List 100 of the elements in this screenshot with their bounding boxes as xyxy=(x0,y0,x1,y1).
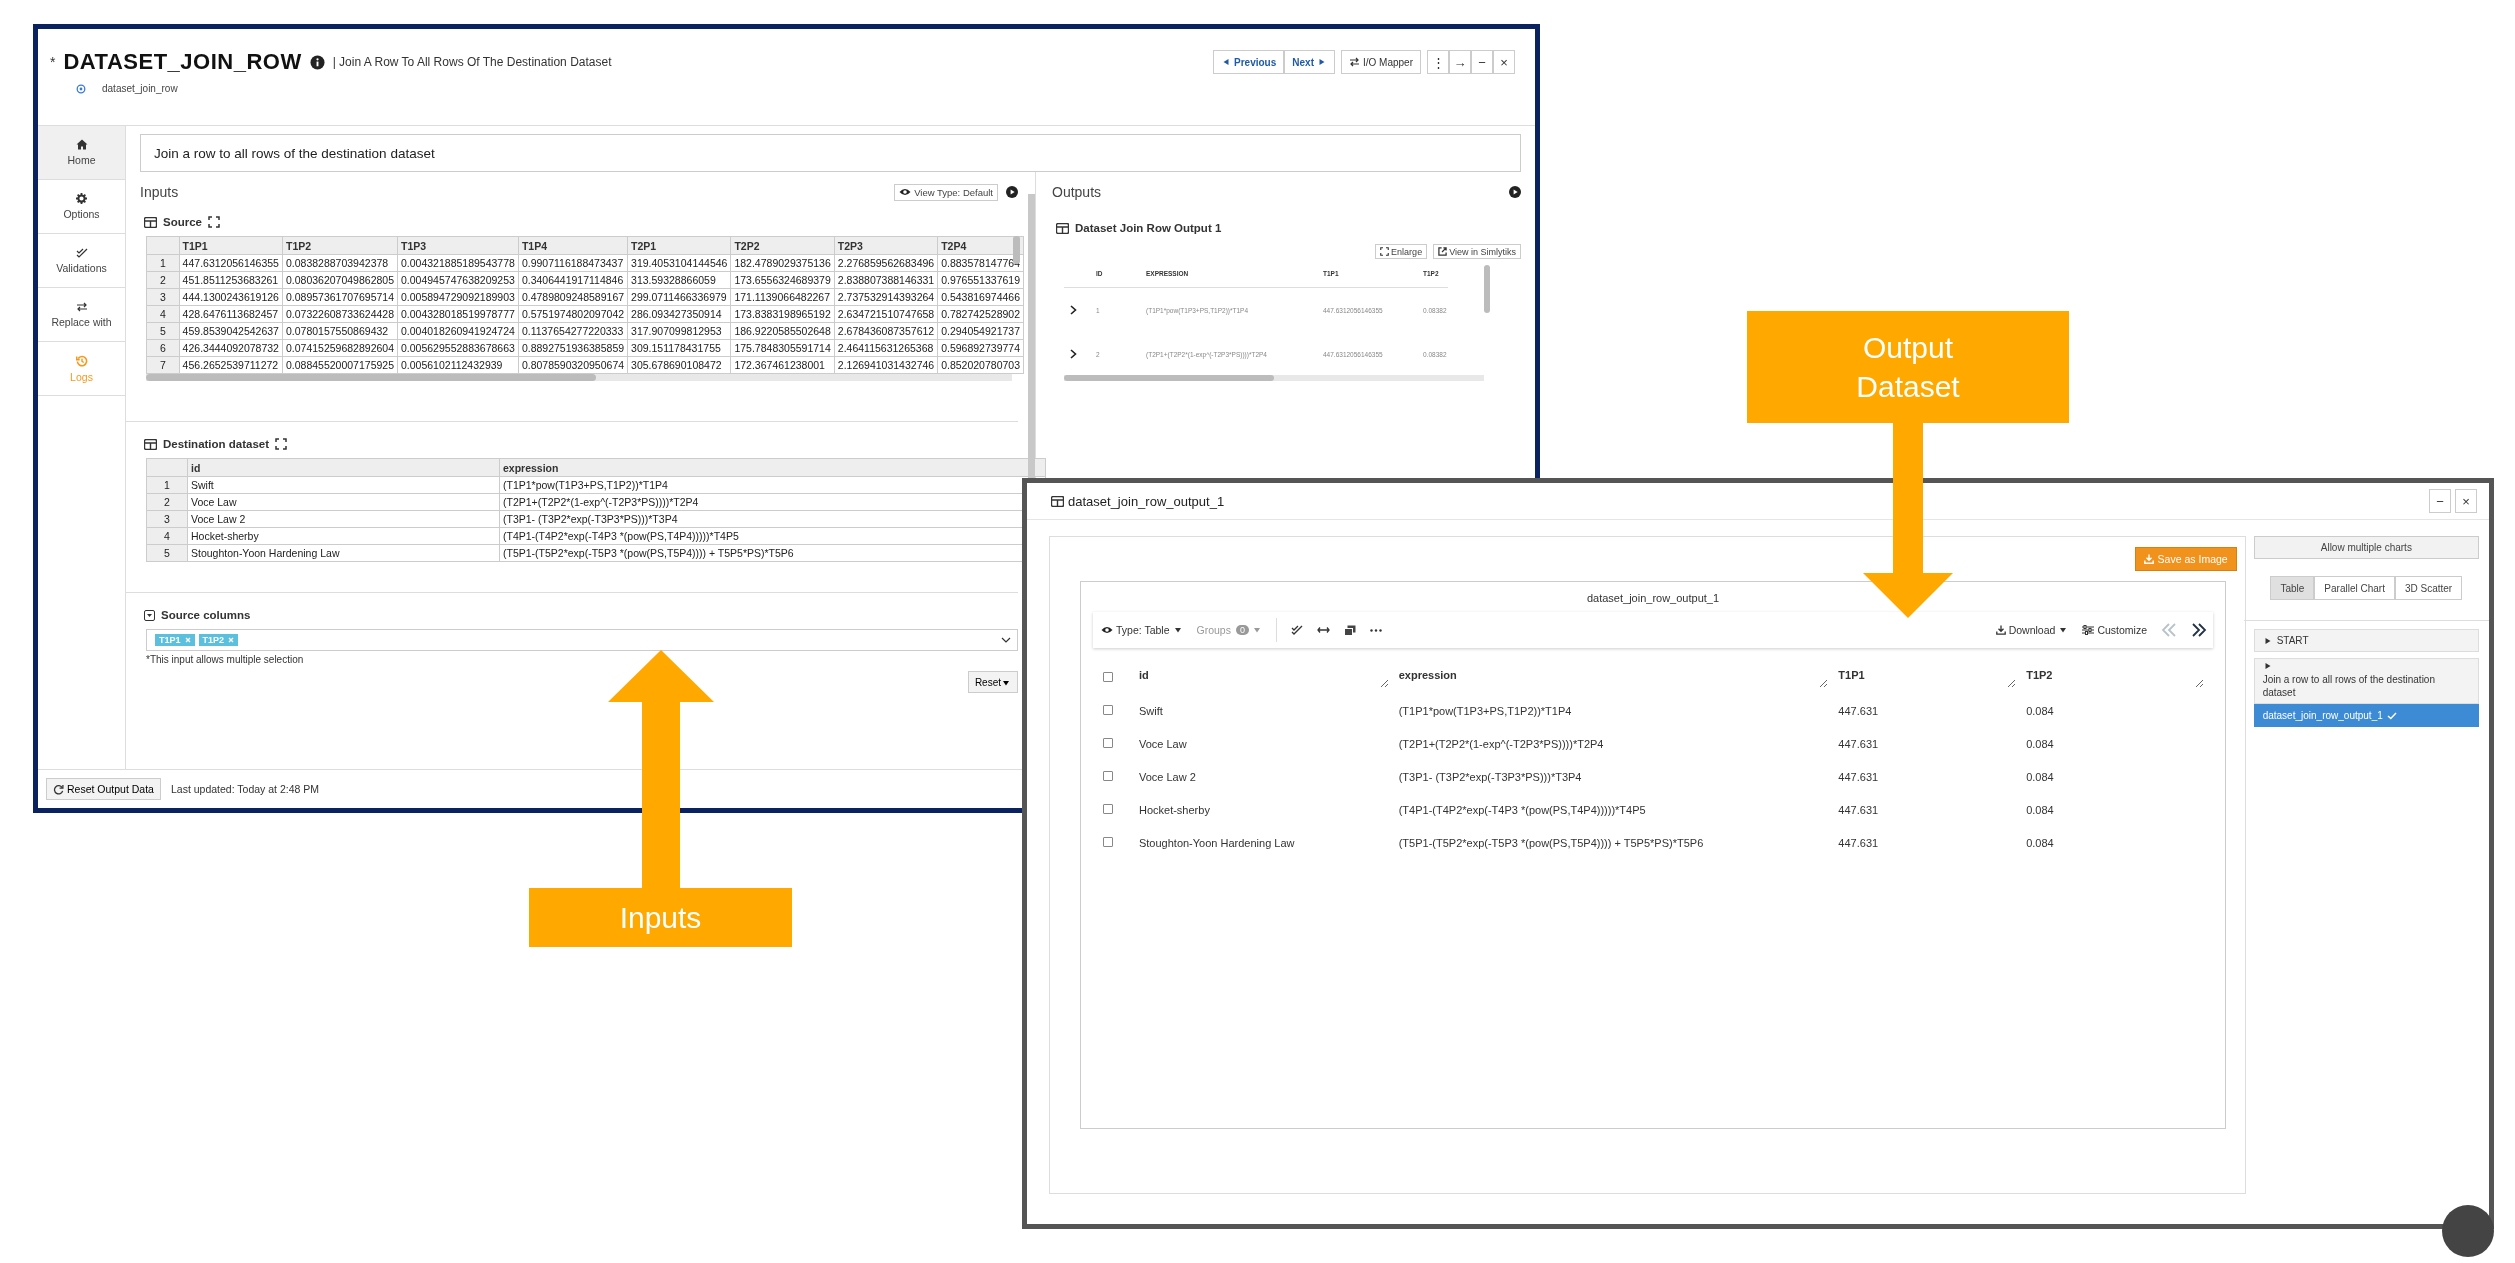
resize-handle-icon[interactable] xyxy=(1819,678,1829,688)
table-cell-text: Hocket-sherby xyxy=(1137,802,1211,818)
table-cell: 2.276859562683496 xyxy=(834,254,938,272)
column-header: expression xyxy=(1398,668,1457,681)
window-control-button[interactable]: − xyxy=(1471,50,1493,74)
step-item[interactable]: Join a row to all rows of the destination dataset xyxy=(2253,658,2479,704)
table-cell-text: Voce Law 2 xyxy=(1137,769,1197,785)
count-badge: 0 xyxy=(1235,625,1249,635)
table-cell-text: Voce Law xyxy=(1137,736,1188,752)
resize-handle-icon[interactable] xyxy=(1379,678,1389,688)
collapse-icon[interactable] xyxy=(144,609,155,621)
row-checkbox[interactable] xyxy=(1103,737,1113,748)
scrollbar[interactable] xyxy=(1064,375,1484,381)
table-cell: 2.126941031432746 xyxy=(834,356,938,374)
table-cell: 172.367461238001 xyxy=(730,356,835,374)
table-cell: 0.004321885189543778 xyxy=(397,254,519,272)
column-header: expression xyxy=(499,458,1046,477)
home-icon xyxy=(75,139,88,150)
expand-icon[interactable] xyxy=(275,438,288,450)
enlarge-button[interactable]: Enlarge xyxy=(1375,244,1428,259)
table-cell: 0.852020780703 xyxy=(937,356,1024,374)
view-tab[interactable]: Table xyxy=(2270,576,2315,600)
view-tab[interactable]: 3D Scatter xyxy=(2394,576,2463,600)
step-item[interactable]: START xyxy=(2253,629,2479,652)
table-cell: 309.151178431755 xyxy=(627,339,731,357)
resize-handle-icon[interactable] xyxy=(2195,678,2204,688)
table-cell: 0.596892739774 xyxy=(937,339,1024,357)
table-cell: 0.08957361707695714 xyxy=(282,288,398,306)
copy-icon[interactable] xyxy=(1343,624,1356,636)
external-link-icon xyxy=(1438,247,1448,256)
table-cell: 0.543816974466 xyxy=(937,288,1024,306)
step-item[interactable]: dataset_join_row_output_1 xyxy=(2253,704,2479,727)
table-cell-text: 447.631 xyxy=(1837,703,1880,719)
expand-icon xyxy=(1380,247,1390,256)
table-cell-text: (T3P1- (T3P2*exp(-T3P3*PS)))*T3P4 xyxy=(1397,769,1583,785)
column-header: T1P1 xyxy=(179,236,283,255)
table-cell: 0.9907116188473437 xyxy=(518,254,628,272)
window-control-button[interactable]: × xyxy=(1493,50,1515,74)
next-button[interactable]: Next xyxy=(1284,50,1335,74)
window-control-button[interactable]: ⋮ xyxy=(1427,50,1449,74)
row-checkbox[interactable] xyxy=(1103,770,1113,781)
view-type-button[interactable]: Type: Table xyxy=(1101,624,1183,636)
table-cell: 0.4789809248589167 xyxy=(518,288,628,306)
swap-arrows-icon xyxy=(1348,57,1360,67)
expand-row-icon[interactable] xyxy=(1070,348,1077,359)
expand-icon[interactable] xyxy=(208,216,220,228)
table-cell: 0.005629552883678663 xyxy=(397,339,519,357)
table-icon xyxy=(144,216,157,228)
scrollbar[interactable] xyxy=(146,374,1012,381)
caret-icon xyxy=(1318,59,1325,65)
table-cell-text: Swift xyxy=(1137,703,1164,719)
allow-multiple-button[interactable]: Allow multiple charts xyxy=(2253,536,2479,559)
resize-handle-icon[interactable] xyxy=(2007,678,2017,688)
inputs-heading: Inputs xyxy=(140,184,179,200)
column-header: T1P4 xyxy=(518,236,628,255)
row-checkbox[interactable] xyxy=(1103,704,1113,715)
column-header: id xyxy=(1138,668,1149,681)
table-cell-text: 0.084 xyxy=(2025,736,2055,752)
info-icon[interactable] xyxy=(309,54,325,70)
history-icon xyxy=(75,354,88,367)
eye-icon xyxy=(899,188,912,196)
view-in-button[interactable]: View in Simlytiks xyxy=(1433,244,1521,259)
table-cell: 0.0838288703942378 xyxy=(282,254,398,272)
row-checkbox[interactable] xyxy=(1103,836,1113,847)
play-icon[interactable] xyxy=(1509,186,1521,198)
outputs-heading: Outputs xyxy=(1052,184,1102,200)
window-control-button[interactable]: × xyxy=(2455,489,2477,513)
column-header: T1P2 xyxy=(2026,668,2053,681)
table-cell-text: 0.084 xyxy=(2025,802,2055,818)
table-cell: 0.8892751936385859 xyxy=(518,339,628,357)
window-control-button[interactable]: − xyxy=(2429,489,2451,513)
modified-mark: * xyxy=(50,54,56,70)
table-cell: 451.8511253683261 xyxy=(179,271,283,289)
download-icon xyxy=(1995,625,2006,635)
customize-button[interactable]: Customize xyxy=(2082,624,2147,636)
row-checkbox[interactable] xyxy=(1103,803,1113,814)
table-cell-text: 447.631 xyxy=(1837,769,1880,785)
scrollbar[interactable] xyxy=(1484,265,1490,313)
check-all-icon[interactable] xyxy=(1290,625,1303,635)
previous-button[interactable]: Previous xyxy=(1213,50,1285,74)
view-tab[interactable]: Parallel Chart xyxy=(2314,576,2395,600)
table-cell: 319.4053104144546 xyxy=(627,254,731,272)
table-cell: 299.0711466336979 xyxy=(627,288,731,306)
expand-row-icon[interactable] xyxy=(1070,304,1077,315)
io-mapper-button[interactable]: I/O Mapper xyxy=(1340,50,1421,74)
node-name: dataset_join_row xyxy=(102,83,178,94)
chevrons-right-icon[interactable] xyxy=(2191,623,2207,637)
play-icon[interactable] xyxy=(1006,186,1018,198)
table-cell: 175.7848305591714 xyxy=(730,339,835,357)
more-icon[interactable] xyxy=(1369,628,1382,632)
window-control-button[interactable]: → xyxy=(1449,50,1471,74)
chevron-down-icon[interactable] xyxy=(1001,637,1011,643)
reset-output-button[interactable]: Reset Output Data xyxy=(46,778,161,800)
sidebar-item[interactable]: Home xyxy=(38,126,125,180)
resize-columns-icon[interactable] xyxy=(1316,626,1330,634)
description-field[interactable]: Join a row to all rows of the destination dataset xyxy=(140,134,1521,172)
select-all-checkbox[interactable] xyxy=(1103,672,1113,682)
reset-button[interactable]: Reset xyxy=(967,671,1018,693)
download-button[interactable]: Download xyxy=(1995,624,2069,636)
view-type-button[interactable]: View Type: Default xyxy=(894,183,998,201)
